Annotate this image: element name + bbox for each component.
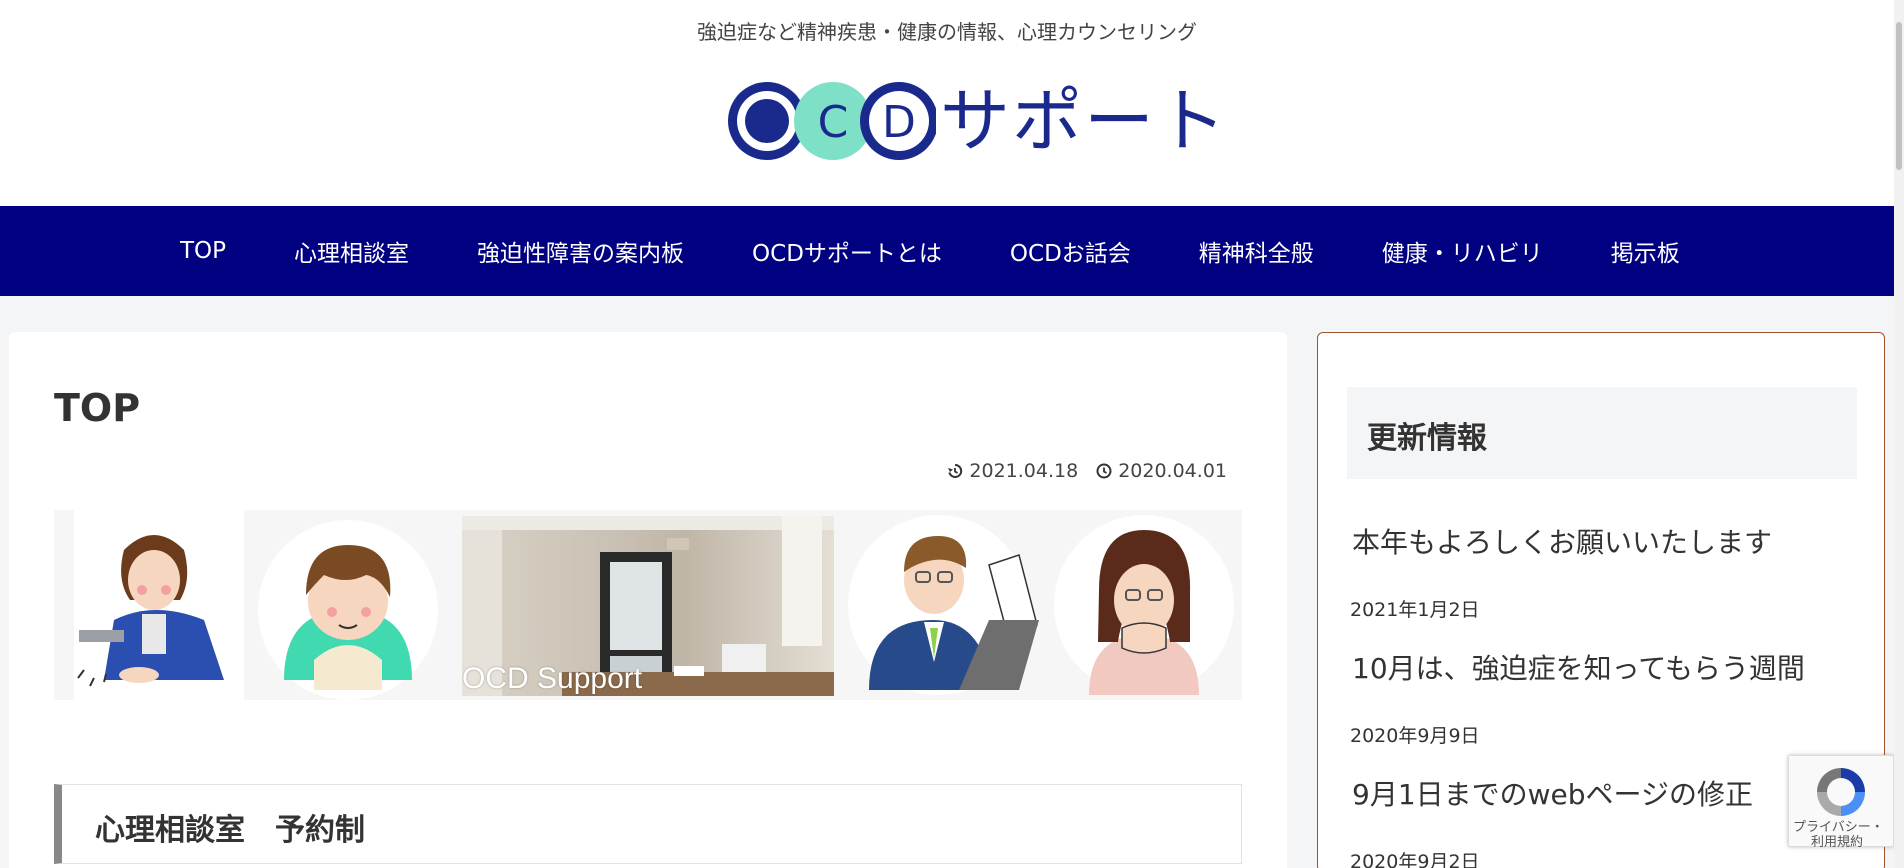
main-article: TOP 2021.04.18 2020.04.01 OCD Support 心理… xyxy=(9,332,1287,868)
top-banner-image: OCD Support xyxy=(54,510,1242,700)
page-title: TOP xyxy=(54,386,141,430)
widget-title-text: 更新情報 xyxy=(1367,421,1487,456)
news-item-date: 2020年9月9日 xyxy=(1350,725,1480,747)
counseling-room-photo: OCD Support xyxy=(462,516,834,696)
updated-date: 2021.04.18 xyxy=(947,460,1078,482)
nav-item-health-rehab[interactable]: 健康・リハビリ xyxy=(1382,234,1543,268)
logo-letter-d: D xyxy=(882,97,916,148)
page-scrollbar[interactable] xyxy=(1894,0,1904,868)
site-header: 強迫症など精神疾患・健康の情報、心理カウンセリング O C D サポート xyxy=(0,0,1894,206)
global-nav: TOP 心理相談室 強迫性障害の案内板 OCDサポートとは OCDお話会 精神科… xyxy=(0,206,1894,296)
news-item-date: 2020年9月2日 xyxy=(1350,851,1480,868)
nav-item-counseling-room[interactable]: 心理相談室 xyxy=(294,234,409,268)
section-heading-text: 心理相談室 予約制 xyxy=(95,813,365,848)
news-item-title[interactable]: 本年もよろしくお願いいたします xyxy=(1352,521,1772,561)
widget-title: 更新情報 xyxy=(1347,387,1857,479)
anxious-child-illustration xyxy=(258,520,438,700)
post-dates: 2021.04.18 2020.04.01 xyxy=(929,460,1227,482)
logo-letter-c: C xyxy=(818,97,849,148)
site-logo[interactable]: O C D サポート xyxy=(726,80,1228,162)
hand-washing-woman-illustration xyxy=(74,510,244,700)
section-heading: 心理相談室 予約制 xyxy=(54,784,1242,864)
recaptcha-privacy-link[interactable]: プライバシー・ xyxy=(1793,820,1884,835)
published-date: 2020.04.01 xyxy=(1096,460,1227,482)
recaptcha-badge[interactable]: プライバシー・ 利用規約 xyxy=(1788,755,1894,850)
worried-businessman-illustration xyxy=(848,515,1039,695)
distressed-woman-illustration xyxy=(1054,515,1234,695)
logo-text: サポート xyxy=(940,80,1228,162)
nav-item-bulletin-board[interactable]: 掲示板 xyxy=(1611,234,1680,268)
recaptcha-terms-link[interactable]: 利用規約 xyxy=(1793,835,1884,850)
clock-icon xyxy=(1096,463,1112,479)
news-item-title[interactable]: 9月1日までのwebページの修正 xyxy=(1352,773,1753,813)
recaptcha-links: プライバシー・ 利用規約 xyxy=(1793,820,1884,850)
nav-item-psychiatry[interactable]: 精神科全般 xyxy=(1199,234,1314,268)
nav-list: TOP 心理相談室 強迫性障害の案内板 OCDサポートとは OCDお話会 精神科… xyxy=(180,206,1748,296)
ocd-logo-circles-icon: O C D xyxy=(728,82,936,160)
updated-date-text: 2021.04.18 xyxy=(969,460,1079,482)
nav-item-top[interactable]: TOP xyxy=(180,238,226,264)
news-item-title[interactable]: 10月は、強迫症を知ってもらう週間 xyxy=(1352,647,1805,687)
nav-item-ocd-talk[interactable]: OCDお話会 xyxy=(1010,234,1131,268)
history-icon xyxy=(948,463,963,478)
banner-caption: OCD Support xyxy=(462,662,643,695)
nav-item-ocd-guide[interactable]: 強迫性障害の案内板 xyxy=(477,234,684,268)
logo-letter-o: O xyxy=(750,97,785,148)
recaptcha-logo-icon xyxy=(1817,768,1865,816)
scrollbar-thumb[interactable] xyxy=(1896,22,1902,170)
published-date-text: 2020.04.01 xyxy=(1118,460,1227,482)
nav-item-about-ocd-support[interactable]: OCDサポートとは xyxy=(752,234,942,268)
site-tagline: 強迫症など精神疾患・健康の情報、心理カウンセリング xyxy=(697,20,1197,44)
news-item-date: 2021年1月2日 xyxy=(1350,599,1480,621)
